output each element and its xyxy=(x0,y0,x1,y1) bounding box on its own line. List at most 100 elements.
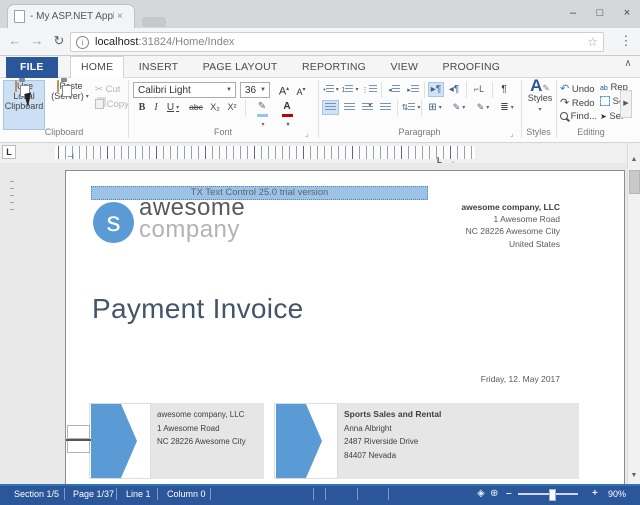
scroll-up-icon[interactable]: ▲ xyxy=(628,156,640,163)
logo-text-line2: company xyxy=(139,219,240,241)
fit-width-icon[interactable]: ⊕ xyxy=(490,488,498,499)
bold-button[interactable]: B xyxy=(135,100,149,115)
tab-insert[interactable]: INSERT xyxy=(129,57,189,79)
bookmark-star-icon[interactable]: ☆ xyxy=(587,35,598,49)
status-column[interactable]: Column 0 xyxy=(167,489,206,499)
borders-button[interactable]: ⊞ xyxy=(425,100,445,115)
table-handle-top[interactable] xyxy=(67,425,90,439)
italic-button[interactable]: I xyxy=(150,100,162,115)
horizontal-ruler[interactable] xyxy=(55,146,475,159)
back-icon[interactable]: ← xyxy=(6,32,24,50)
highlight-color-swatch xyxy=(257,114,268,117)
scroll-down-icon[interactable]: ▼ xyxy=(628,472,640,479)
left-to-right-button[interactable]: ▸¶ xyxy=(428,82,444,97)
scrollbar-thumb[interactable] xyxy=(629,170,640,194)
reload-icon[interactable]: ↻ xyxy=(50,32,68,50)
zoom-value[interactable]: 90% xyxy=(608,489,626,499)
url-omnibox[interactable]: i localhost:31824/Home/Index ☆ xyxy=(70,32,604,52)
zoom-in-button[interactable]: + xyxy=(592,488,598,499)
copy-button[interactable]: Copy xyxy=(95,99,129,110)
font-group-label: Font xyxy=(128,127,318,137)
editing-flyout-button[interactable]: ▶ xyxy=(620,90,632,118)
bullet-list-button[interactable]: • xyxy=(322,82,340,97)
status-section[interactable]: Section 1/5 xyxy=(14,489,59,499)
inside-borders-button[interactable]: ≣ xyxy=(497,100,517,115)
statusbar-separator xyxy=(64,488,65,500)
tab-selector[interactable]: L xyxy=(2,145,16,159)
vertical-scrollbar[interactable] xyxy=(627,143,640,484)
font-color-swatch xyxy=(282,114,293,117)
statusbar-separator xyxy=(116,488,117,500)
window-minimize-button[interactable]: – xyxy=(562,5,584,21)
zoom-slider[interactable] xyxy=(518,493,578,495)
document-area: TX Text Control 25.0 trial version s awe… xyxy=(0,163,627,484)
tab-page-layout[interactable]: PAGE LAYOUT xyxy=(193,57,288,79)
tab-home[interactable]: HOME xyxy=(70,56,124,80)
cut-button[interactable]: ✂ Cut xyxy=(95,84,120,95)
company-address-block: awesome company, LLC 1 Awesome Road NC 2… xyxy=(461,201,560,250)
font-color-button[interactable]: A xyxy=(276,99,298,114)
superscript-button[interactable]: X² xyxy=(224,100,240,115)
window-close-button[interactable]: × xyxy=(616,5,638,21)
undo-button[interactable]: ↶ Undo xyxy=(560,82,595,95)
paragraph-dialog-launcher-icon[interactable]: ⌟ xyxy=(510,129,514,138)
strikethrough-button[interactable]: abc xyxy=(186,100,206,115)
statusbar-separator xyxy=(388,488,389,500)
document-page[interactable]: TX Text Control 25.0 trial version s awe… xyxy=(65,170,625,484)
styles-group-label: Styles xyxy=(521,127,556,137)
justify-button[interactable] xyxy=(377,100,394,115)
font-dialog-launcher-icon[interactable]: ⌟ xyxy=(305,129,309,138)
multilevel-list-button[interactable]: ⋮ xyxy=(360,82,378,97)
ribbon-collapse-icon[interactable]: ∧ xyxy=(620,58,636,69)
line-spacing-button[interactable]: ⇅ xyxy=(401,100,421,115)
cursor-arrow-icon: ➤ xyxy=(600,112,607,121)
tab-file[interactable]: FILE xyxy=(6,57,58,79)
paragraph-group-label: Paragraph xyxy=(318,127,521,137)
forward-icon[interactable]: → xyxy=(28,32,46,50)
right-to-left-button[interactable]: ◂¶ xyxy=(446,82,462,97)
decrease-indent-button[interactable]: ◂ xyxy=(385,82,403,97)
shrink-font-button[interactable]: A▾ xyxy=(293,83,309,98)
window-maximize-button[interactable]: □ xyxy=(589,5,611,21)
new-tab-button[interactable] xyxy=(142,17,166,27)
status-line[interactable]: Line 1 xyxy=(126,489,151,499)
statusbar-separator xyxy=(210,488,211,500)
zoom-out-button[interactable]: – xyxy=(506,488,512,499)
text-direction-button[interactable]: ⌐L xyxy=(470,82,488,97)
show-formatting-marks-button[interactable]: ¶ xyxy=(496,82,512,97)
browser-tab[interactable]: - My ASP.NET Application × xyxy=(7,4,135,28)
tab-reporting[interactable]: REPORTING xyxy=(292,57,376,79)
use-local-clipboard-button[interactable]: Use Local Clipboard xyxy=(3,80,45,130)
undo-icon: ↶ xyxy=(560,83,569,95)
font-name-combo[interactable]: Calibri Light▼ xyxy=(133,82,236,98)
paste-server-button[interactable]: Paste (Server) xyxy=(47,80,93,130)
styles-button[interactable]: A✎ Styles ▾ xyxy=(524,80,556,130)
browser-menu-icon[interactable]: ⋮ xyxy=(618,31,634,51)
shading-button[interactable]: ✎ xyxy=(449,100,469,115)
zoom-slider-thumb[interactable] xyxy=(549,489,556,501)
increase-indent-button[interactable]: ▸ xyxy=(404,82,422,97)
url-text: localhost:31824/Home/Index xyxy=(95,36,234,48)
tab-close-icon[interactable]: × xyxy=(117,11,123,22)
underline-button[interactable]: U xyxy=(163,100,183,115)
numbered-list-button[interactable]: 1 xyxy=(341,82,359,97)
find-button[interactable]: Find... xyxy=(560,111,597,122)
tab-view[interactable]: VIEW xyxy=(380,57,428,79)
recipient-address-box: Sports Sales and Rental Anna Albright 24… xyxy=(338,403,579,479)
align-center-button[interactable] xyxy=(341,100,358,115)
border-pen-button[interactable]: ✎ xyxy=(473,100,493,115)
subscript-button[interactable]: X₂ xyxy=(207,100,223,115)
status-page[interactable]: Page 1/37 xyxy=(73,489,114,499)
tab-proofing[interactable]: PROOFING xyxy=(433,57,511,79)
statusbar-separator xyxy=(357,488,358,500)
align-right-button[interactable] xyxy=(359,100,376,115)
redo-button[interactable]: ↷ Redo xyxy=(560,96,595,109)
info-icon[interactable]: i xyxy=(76,36,89,49)
font-size-combo[interactable]: 36▼ xyxy=(240,82,270,98)
fit-page-icon[interactable]: ◈ xyxy=(477,488,485,499)
table-handle-bottom[interactable] xyxy=(67,439,90,453)
left-indent-marker[interactable]: ⊣ xyxy=(67,153,74,161)
align-left-button[interactable] xyxy=(322,100,339,115)
highlight-color-button[interactable]: ✎ xyxy=(251,99,273,114)
grow-font-button[interactable]: A▴ xyxy=(276,82,292,97)
